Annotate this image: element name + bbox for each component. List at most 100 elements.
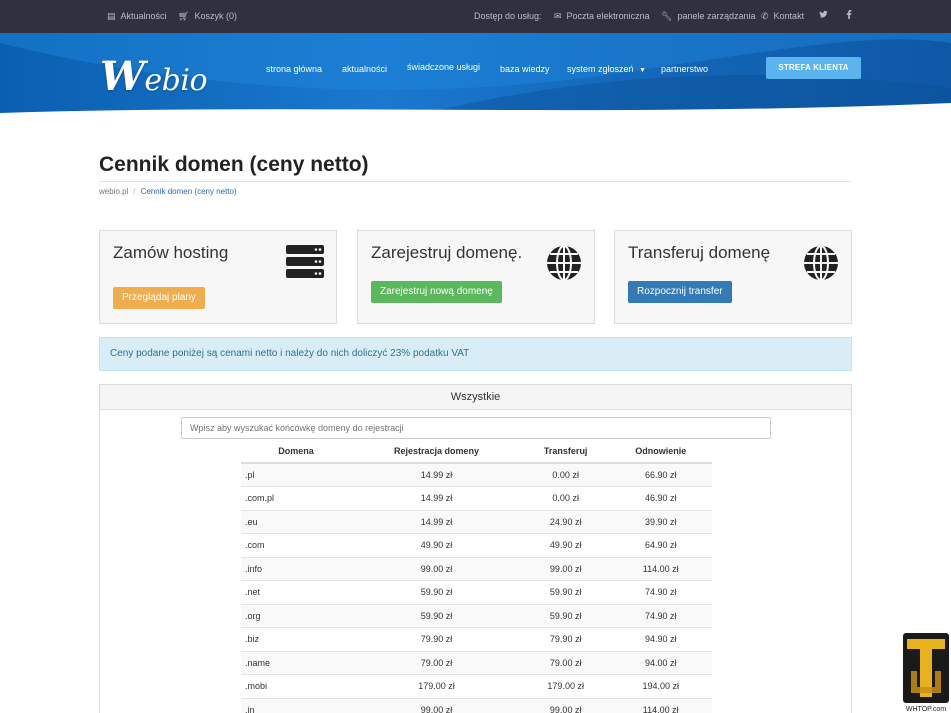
contact-link[interactable]: ✆ Kontakt [761,0,804,33]
pricing-panel: Wszystkie Domena Rejestracja domeny Tran… [99,384,852,713]
domain-cell: .biz [241,627,351,651]
domain-cell: .com [241,533,351,557]
domain-price-table: Domena Rejestracja domeny Transferuj Odn… [241,440,712,713]
domain-cell: .com.pl [241,486,351,510]
browse-plans-button[interactable]: Przeglądaj plany [113,287,205,309]
registration-price-cell: 14.99 zł [351,486,522,510]
domain-cell: .in [241,697,351,713]
phone-icon: ✆ [761,11,769,21]
registration-price-cell: 99.00 zł [351,556,522,581]
column-renewal[interactable]: Odnowienie [609,440,712,464]
table-row: .name 79.00 zł 79.00 zł 94.00 zł [241,650,712,675]
card-transfer-domain: Transferuj domenę Rozpocznij transfer [614,230,852,324]
card-title: Zamów hosting [113,243,229,262]
table-header-row: Domena Rejestracja domeny Transferuj Odn… [241,440,712,464]
table-row: .com 49.90 zł 49.90 zł 64.90 zł [241,533,712,557]
cart-link[interactable]: 🛒︎ Koszyk (0) [178,0,237,33]
transfer-price-cell: 79.00 zł [521,650,610,675]
renewal-price-cell: 74.90 zł [609,603,712,628]
whtop-watermark: WHTOP.com [901,631,951,713]
registration-price-cell: 179.00 zł [351,674,522,698]
transfer-price-cell: 79.90 zł [521,627,610,651]
card-title: Zarejestruj domenę. [371,243,523,262]
newspaper-icon: ▤ [107,11,116,21]
registration-price-cell: 59.90 zł [351,603,522,628]
domain-cell: .name [241,650,351,675]
renewal-price-cell: 64.90 zł [609,533,712,557]
transfer-price-cell: 99.00 zł [521,697,610,713]
renewal-price-cell: 46.90 zł [609,486,712,510]
table-row: .in 99.00 zł 99.00 zł 114.00 zł [241,697,712,713]
domain-cell: .net [241,580,351,604]
globe-icon [546,245,582,286]
cart-icon: 🛒︎ [178,11,190,21]
site-header: Webio strona główna aktualności świadczo… [0,33,951,126]
column-transfer[interactable]: Transferuj [521,440,610,464]
vat-info-alert: Ceny podane poniżej są cenami netto i na… [99,337,852,371]
renewal-price-cell: 66.90 zł [609,462,712,487]
nav-ticket-system[interactable]: system zgłoszeń ▼ [567,64,646,74]
transfer-price-cell: 99.00 zł [521,556,610,581]
client-area-button[interactable]: STREFA KLIENTA [766,57,861,79]
registration-price-cell: 99.00 zł [351,697,522,713]
globe-icon [803,245,839,286]
column-registration[interactable]: Rejestracja domeny [351,440,522,464]
svg-text:WHTOP.com: WHTOP.com [906,706,946,713]
card-order-hosting: Zamów hosting Przeglądaj plany [99,230,337,324]
domain-cell: .mobi [241,674,351,698]
breadcrumb: webio.pl / Cennik domen (ceny netto) [99,187,237,196]
transfer-price-cell: 59.90 zł [521,603,610,628]
envelope-icon: ✉ [554,11,562,21]
table-row: .mobi 179.00 zł 179.00 zł 194.00 zł [241,674,712,698]
breadcrumb-current[interactable]: Cennik domen (ceny netto) [141,187,237,196]
transfer-price-cell: 179.00 zł [521,674,610,698]
nav-services[interactable]: świadczone usługi [407,62,480,72]
nav-partnership[interactable]: partnerstwo [661,64,708,74]
nav-knowledge-base[interactable]: baza wiedzy [500,64,550,74]
domain-cell: .info [241,556,351,581]
renewal-price-cell: 74.90 zł [609,580,712,604]
registration-price-cell: 59.90 zł [351,580,522,604]
access-label: Dostęp do usług: [474,11,542,21]
server-icon [286,245,324,284]
renewal-price-cell: 39.90 zł [609,509,712,534]
news-link[interactable]: ▤ Aktualności [107,0,167,33]
table-row: .org 59.90 zł 59.90 zł 74.90 zł [241,603,712,628]
registration-price-cell: 14.99 zł [351,509,522,534]
transfer-price-cell: 0.00 zł [521,486,610,510]
registration-price-cell: 79.00 zł [351,650,522,675]
card-register-domain: Zarejestruj domenę. Zarejestruj nową dom… [357,230,595,324]
page-title: Cennik domen (ceny netto) [99,153,369,176]
mail-link[interactable]: ✉ Poczta elektroniczna [554,0,650,33]
transfer-price-cell: 0.00 zł [521,462,610,487]
panels-link[interactable]: 🔧︎ panele zarządzania [661,0,756,33]
wrench-icon: 🔧︎ [661,11,673,21]
table-row: .net 59.90 zł 59.90 zł 74.90 zł [241,580,712,604]
title-divider [99,181,851,182]
renewal-price-cell: 94.00 zł [609,650,712,675]
register-new-domain-button[interactable]: Zarejestruj nową domenę [371,281,502,303]
start-transfer-button[interactable]: Rozpocznij transfer [628,281,732,303]
panel-tab-all[interactable]: Wszystkie [100,385,851,410]
nav-news[interactable]: aktualności [342,64,387,74]
registration-price-cell: 79.90 zł [351,627,522,651]
webio-logo[interactable]: Webio [100,53,208,100]
domain-cell: .eu [241,509,351,534]
nav-home[interactable]: strona główna [266,64,322,74]
facebook-icon[interactable] [846,0,852,33]
domain-cell: .org [241,603,351,628]
breadcrumb-home[interactable]: webio.pl [99,187,128,196]
transfer-price-cell: 49.90 zł [521,533,610,557]
domain-search-input[interactable] [181,417,771,439]
domain-cell: .pl [241,462,351,487]
card-title: Transferuj domenę [628,243,771,262]
renewal-price-cell: 114.00 zł [609,556,712,581]
renewal-price-cell: 194.00 zł [609,674,712,698]
top-bar: ▤ Aktualności 🛒︎ Koszyk (0) Dostęp do usłu… [0,0,951,33]
registration-price-cell: 49.90 zł [351,533,522,557]
table-row: .com.pl 14.99 zł 0.00 zł 46.90 zł [241,486,712,510]
renewal-price-cell: 114.00 zł [609,697,712,713]
column-domain[interactable]: Domena [241,440,351,464]
twitter-icon[interactable] [819,0,828,33]
registration-price-cell: 14.99 zł [351,462,522,487]
